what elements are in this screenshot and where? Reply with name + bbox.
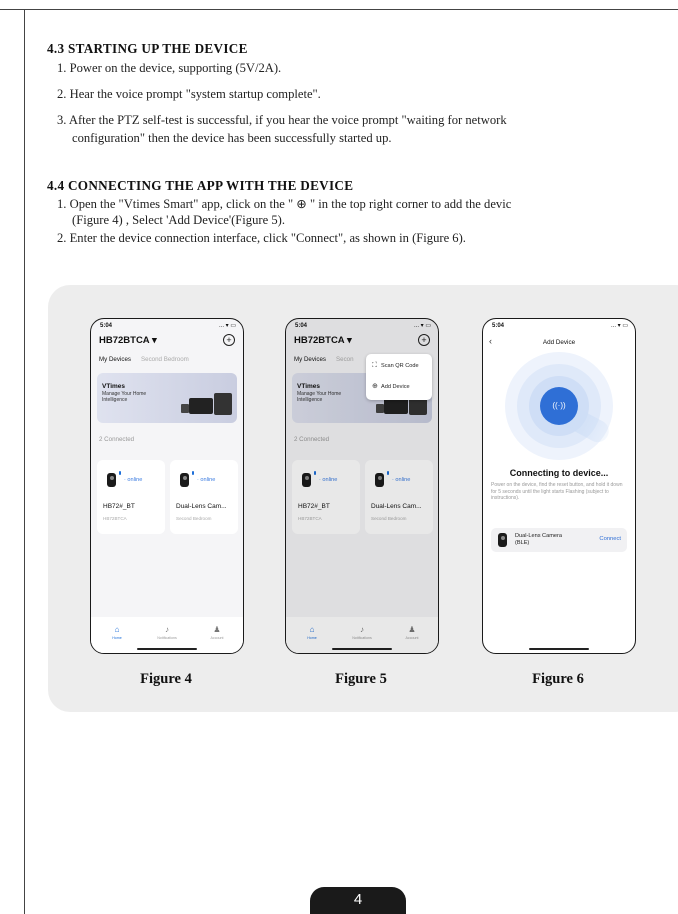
connect-step-1: 1. Open the "Vtimes Smart" app, click on… [57, 197, 512, 211]
top-rule [0, 9, 678, 10]
tablet-graphic [214, 393, 232, 415]
home-selector[interactable]: HB72BTCA ▾ [99, 335, 157, 346]
phone-figure-5: 5:04 ... ▾ ▭ HB72BTCA ▾ + My Devices Sec… [285, 318, 439, 654]
bell-icon: ♪ [165, 625, 169, 634]
bluetooth-icon [119, 471, 121, 475]
menu-scan-qr[interactable]: ⛶ Scan QR Code [372, 362, 419, 370]
tab-second-bedroom[interactable]: Second Bedroom [141, 356, 189, 363]
tab-my-devices[interactable]: My Devices [99, 356, 131, 363]
nav-home[interactable]: ⌂ Home [92, 625, 142, 640]
connect-step-1-cont: (Figure 4) , Select 'Add Device'(Figure … [72, 213, 285, 227]
promo-banner: VTimes Manage Your Home Intelligence [97, 373, 237, 423]
section-title-connect: 4.4 CONNECTING THE APP WITH THE DEVICE [47, 178, 354, 193]
device-card[interactable]: · online Dual-Lens Cam... Second Bedroom [170, 460, 238, 534]
startup-step-1: 1. Power on the device, supporting (5V/2… [57, 61, 282, 75]
status-time: 5:04 [492, 323, 505, 329]
status-icons: ... ▾ ▭ [218, 323, 236, 329]
menu-add-device[interactable]: ⊕ Add Device [372, 382, 410, 390]
startup-step-3-cont: configuration" then the device has been … [72, 131, 392, 145]
scan-icon: ⛶ [372, 362, 377, 369]
menu-scan-label: Scan QR Code [381, 363, 419, 369]
nav-notifications-label: Notifications [157, 636, 177, 640]
device-room: Second Bedroom [176, 516, 212, 521]
add-plus-icon[interactable]: + [223, 334, 235, 346]
caption-figure-5: Figure 5 [335, 671, 387, 687]
device-status: · online [124, 477, 143, 483]
speaker-graphic [181, 404, 189, 413]
bluetooth-icon [192, 471, 194, 475]
nav-account-label: Account [210, 636, 224, 640]
bottom-nav: ⌂ Home ♪ Notifications ♟ Account [91, 617, 243, 653]
device-card[interactable]: · online HB72#_BT HB72BTCA [97, 460, 165, 534]
found-device-card: Dual-Lens Camera (BLE) Connect [491, 528, 627, 552]
person-icon: ♟ [213, 625, 221, 634]
home-indicator [529, 647, 589, 650]
home-icon: ⌂ [114, 625, 120, 634]
caption-figure-4: Figure 4 [140, 671, 192, 687]
menu-add-label: Add Device [381, 384, 410, 390]
found-device-type: (BLE) [515, 540, 530, 546]
status-time: 5:04 [100, 323, 113, 329]
nav-account[interactable]: ♟ Account [192, 625, 242, 640]
monitor-graphic [189, 398, 213, 414]
connecting-heading: Connecting to device... [509, 468, 609, 478]
camera-icon [498, 533, 507, 547]
home-indicator [137, 647, 197, 650]
device-status: · online [197, 477, 216, 483]
left-rule [24, 9, 25, 914]
connect-step-2: 2. Enter the device connection interface… [57, 231, 466, 245]
device-name: Dual-Lens Cam... [176, 503, 227, 510]
page-number: 4 [310, 887, 406, 914]
connect-instructions: Power on the device, find the reset butt… [491, 482, 623, 501]
startup-step-3: 3. After the PTZ self-test is successful… [57, 113, 507, 127]
device-room: HB72BTCA [103, 516, 127, 521]
startup-step-2: 2. Hear the voice prompt "system startup… [57, 87, 321, 101]
camera-icon [180, 473, 189, 487]
screen-title: Add Device [542, 339, 576, 346]
status-icons: ... ▾ ▭ [610, 323, 628, 329]
found-device-name: Dual-Lens Camera (BLE) [515, 533, 562, 547]
device-name: HB72#_BT [103, 503, 135, 510]
nav-notifications[interactable]: ♪ Notifications [142, 625, 192, 640]
banner-title: VTimes [102, 383, 126, 390]
section-title-startup: 4.3 STARTING UP THE DEVICE [47, 41, 248, 56]
caption-figure-6: Figure 6 [532, 671, 584, 687]
connected-count: 2 Connected [99, 436, 135, 443]
banner-subtitle: Manage Your Home Intelligence [102, 391, 147, 403]
bluetooth-scan-icon: ((·)) [540, 387, 578, 425]
phone-figure-6: 5:04 ... ▾ ▭ ‹ Add Device ((·)) Connecti… [482, 318, 636, 654]
add-circle-icon: ⊕ [372, 383, 378, 390]
add-menu-popup: ⛶ Scan QR Code ⊕ Add Device [366, 354, 432, 400]
camera-icon [107, 473, 116, 487]
phone-figure-4: 5:04 ... ▾ ▭ HB72BTCA ▾ + My Devices Sec… [90, 318, 244, 654]
connect-button[interactable]: Connect [599, 536, 621, 542]
nav-home-label: Home [112, 636, 122, 640]
found-device-label: Dual-Lens Camera [515, 533, 562, 539]
